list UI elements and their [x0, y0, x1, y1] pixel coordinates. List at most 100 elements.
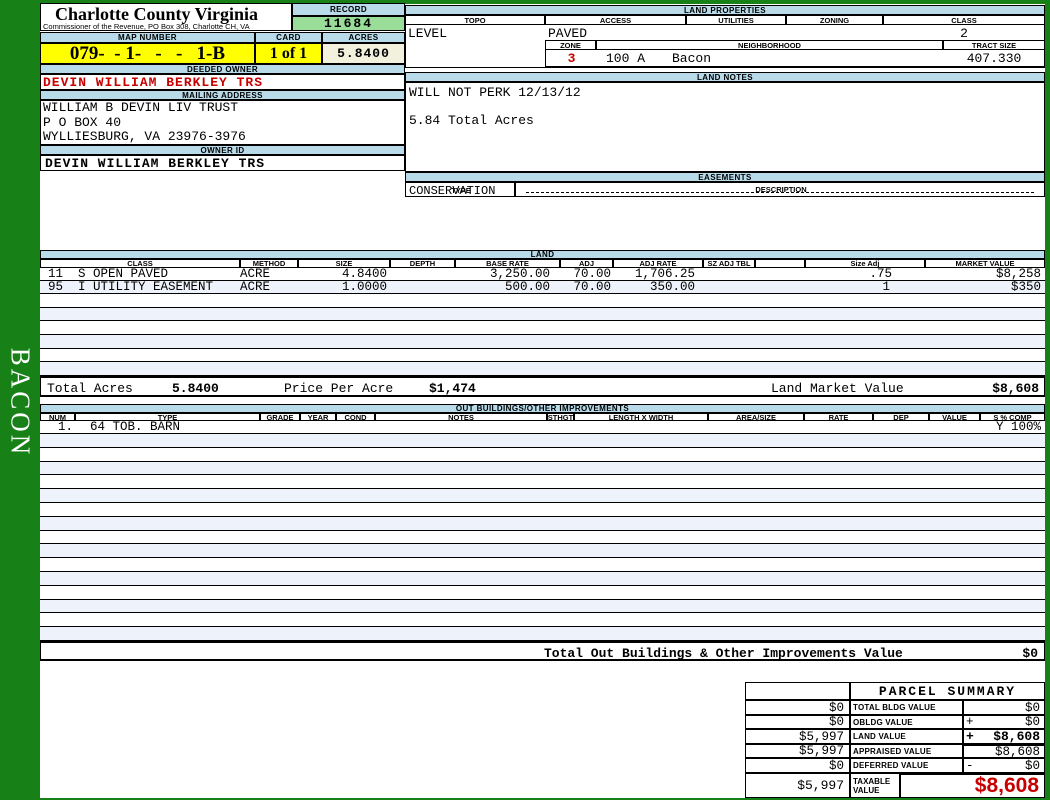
price-per-acre-label: Price Per Acre: [284, 381, 393, 396]
ps-left-value: $0: [745, 700, 850, 715]
ps-op: -: [964, 759, 980, 773]
col-blank: [755, 259, 805, 268]
out-buildings-total-label: Total Out Buildings & Other Improvements…: [544, 646, 903, 661]
col-sthgt: STHGT: [547, 413, 574, 421]
zone-value-row: 3 100 A Bacon 407.330: [545, 50, 1045, 67]
land-size: 4.8400: [298, 268, 390, 281]
land-properties-header-row: TOPO ACCESS UTILITIES ZONING CLASS: [405, 15, 1045, 25]
land-table-body: 11 S OPEN PAVED ACRE 4.8400 3,250.00 70.…: [40, 268, 1045, 376]
col-dep: DEP: [873, 413, 929, 421]
col-grade: GRADE: [260, 413, 300, 421]
land-method: ACRE: [240, 281, 298, 294]
zone-value: 3: [546, 51, 597, 66]
out-buildings-total-value: $0: [1022, 646, 1038, 661]
land-class: 11 S OPEN PAVED: [40, 268, 240, 281]
col-year: YEAR: [300, 413, 336, 421]
neighborhood-sidebar: BACON: [0, 330, 40, 475]
empty-row: [40, 503, 1045, 517]
neighborhood-name: Bacon: [672, 51, 711, 66]
empty-row: [40, 462, 1045, 476]
col-depth: DEPTH: [390, 259, 455, 268]
empty-row: [40, 600, 1045, 614]
address-line: P O BOX 40: [43, 116, 404, 131]
land-size-adj: .75: [805, 268, 925, 281]
zone-label: ZONE: [545, 40, 596, 50]
empty-row: [40, 349, 1045, 363]
land-market-value: $8,258: [925, 268, 1045, 281]
land-method: ACRE: [240, 268, 298, 281]
county-title-box: Charlotte County Virginia Commissioner o…: [40, 3, 292, 31]
parcel-summary-title: PARCEL SUMMARY: [850, 682, 1045, 700]
parcel-summary-row: $0 OBLDG VALUE + $0: [745, 715, 1045, 729]
land-size: 1.0000: [298, 281, 390, 294]
acres-label: ACRES: [322, 32, 405, 43]
taxable-left-value: $5,997: [745, 773, 850, 798]
card-label: CARD: [255, 32, 322, 43]
ps-op: +: [964, 729, 980, 744]
land-market-value-label: Land Market Value: [771, 381, 904, 396]
land-row: 95 I UTILITY EASEMENT ACRE 1.0000 500.00…: [40, 281, 1045, 294]
ps-right-cell: $8,608: [963, 744, 1045, 758]
out-buildings-body: 1. 64 TOB. BARN Y 100%: [40, 421, 1045, 641]
col-value: VALUE: [929, 413, 980, 421]
mailing-address-label: MAILING ADDRESS: [40, 90, 405, 100]
col-access: ACCESS: [545, 15, 686, 25]
price-per-acre-value: $1,474: [429, 381, 476, 396]
parcel-summary-row: $0 DEFERRED VALUE - $0: [745, 758, 1045, 773]
ob-type: 64 TOB. BARN: [75, 421, 260, 434]
ob-num: 1.: [40, 421, 75, 434]
land-class: 95 I UTILITY EASEMENT: [40, 281, 240, 294]
ps-label: APPRAISED VALUE: [850, 744, 963, 758]
ps-label: LAND VALUE: [850, 729, 963, 744]
land-adj: 70.00: [560, 268, 613, 281]
empty-row: [40, 586, 1045, 600]
col-sz-adj-tbl: SZ ADJ TBL: [703, 259, 755, 268]
ps-op: +: [964, 715, 980, 729]
out-buildings-title: OUT BUILDINGS/OTHER IMPROVEMENTS: [40, 404, 1045, 413]
empty-row: [40, 558, 1045, 572]
total-acres-value: 5.8400: [172, 381, 219, 396]
land-adj-rate: 350.00: [613, 281, 703, 294]
ps-label: TOTAL BLDG VALUE: [850, 700, 963, 715]
access-value: PAVED: [548, 26, 587, 41]
ps-label: OBLDG VALUE: [850, 715, 963, 729]
tract-size-value: 407.330: [944, 51, 1044, 66]
commissioner-line: Commissioner of the Revenue, PO Box 308,…: [41, 23, 291, 31]
ps-left-value: $0: [745, 758, 850, 773]
ps-right-cell: - $0: [963, 758, 1045, 773]
col-topo: TOPO: [405, 15, 545, 25]
ps-right-cell: + $8,608: [963, 729, 1045, 744]
parcel-summary-row: $0 TOTAL BLDG VALUE $0: [745, 700, 1045, 715]
deeded-owner-label: DEEDED OWNER: [40, 64, 405, 74]
col-area-size: AREA/SIZE: [708, 413, 804, 421]
ps-right-value: $8,608: [980, 729, 1044, 744]
empty-row: [40, 544, 1045, 558]
map-number-label: MAP NUMBER: [40, 32, 255, 43]
ps-left-value: $5,997: [745, 729, 850, 744]
record-label: RECORD: [292, 3, 405, 16]
address-line: WYLLIESBURG, VA 23976-3976: [43, 130, 404, 145]
out-buildings-empty-rows: [40, 434, 1045, 641]
land-properties-title: LAND PROPERTIES: [405, 5, 1045, 15]
total-acres-label: Total Acres: [47, 381, 133, 396]
empty-row: [40, 362, 1045, 376]
empty-row: [40, 308, 1045, 322]
property-record-card: BACON Charlotte County Virginia Commissi…: [0, 0, 1050, 800]
parcel-summary: PARCEL SUMMARY $0 TOTAL BLDG VALUE $0 $0…: [745, 682, 1045, 798]
county-title: Charlotte County Virginia: [41, 4, 291, 23]
ps-left-value: $5,997: [745, 744, 850, 758]
taxable-value: $8,608: [975, 774, 1044, 798]
out-building-row: 1. 64 TOB. BARN Y 100%: [40, 421, 1045, 434]
land-base-rate: 500.00: [455, 281, 560, 294]
col-notes: NOTES: [375, 413, 547, 421]
taxable-label-cell: TAXABLE VALUE: [850, 773, 900, 798]
easement-description-label: DESCRIPTION: [516, 185, 1046, 194]
parcel-summary-row: $5,997 LAND VALUE + $8,608: [745, 729, 1045, 744]
empty-row: [40, 434, 1045, 448]
empty-row: [40, 572, 1045, 586]
topo-value: LEVEL: [408, 26, 447, 41]
ps-label: DEFERRED VALUE: [850, 758, 963, 773]
ps-right-value: $8,608: [980, 745, 1044, 759]
land-adj-rate: 1,706.25: [613, 268, 703, 281]
taxable-label: TAXABLE VALUE: [851, 777, 899, 795]
